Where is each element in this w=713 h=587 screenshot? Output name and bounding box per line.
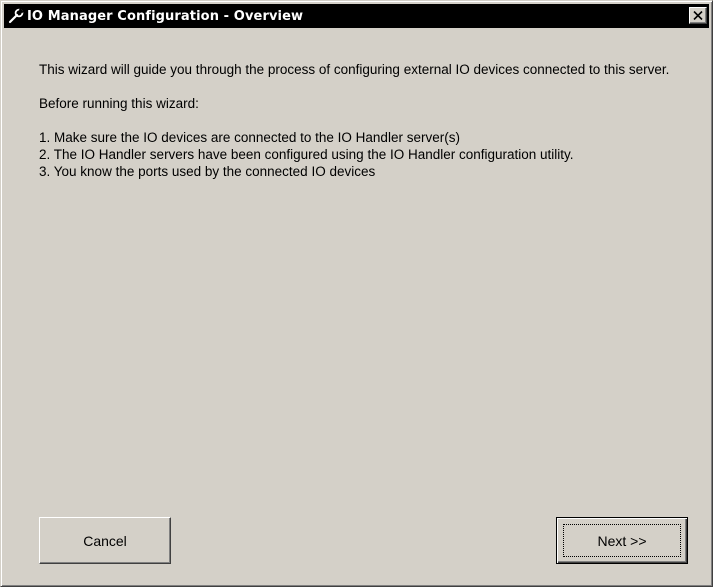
before-heading: Before running this wizard: [39,96,199,111]
intro-text: This wizard will guide you through the p… [39,62,670,77]
close-button[interactable] [689,7,707,24]
step-item: 2. The IO Handler servers have been conf… [39,147,574,162]
next-button-label: Next >> [597,532,647,549]
cancel-button-label: Cancel [83,532,127,549]
step-item: 3. You know the ports used by the connec… [39,164,376,179]
window-title: IO Manager Configuration - Overview [27,8,304,24]
cancel-button[interactable]: Cancel [39,517,171,564]
wrench-icon [7,7,25,25]
title-bar[interactable]: IO Manager Configuration - Overview [4,4,709,28]
step-item: 1. Make sure the IO devices are connecte… [39,130,460,145]
wizard-description: This wizard will guide you through the p… [39,61,699,180]
wizard-window: IO Manager Configuration - Overview This… [0,0,713,587]
next-button[interactable]: Next >> [556,517,688,564]
close-icon [693,11,703,20]
